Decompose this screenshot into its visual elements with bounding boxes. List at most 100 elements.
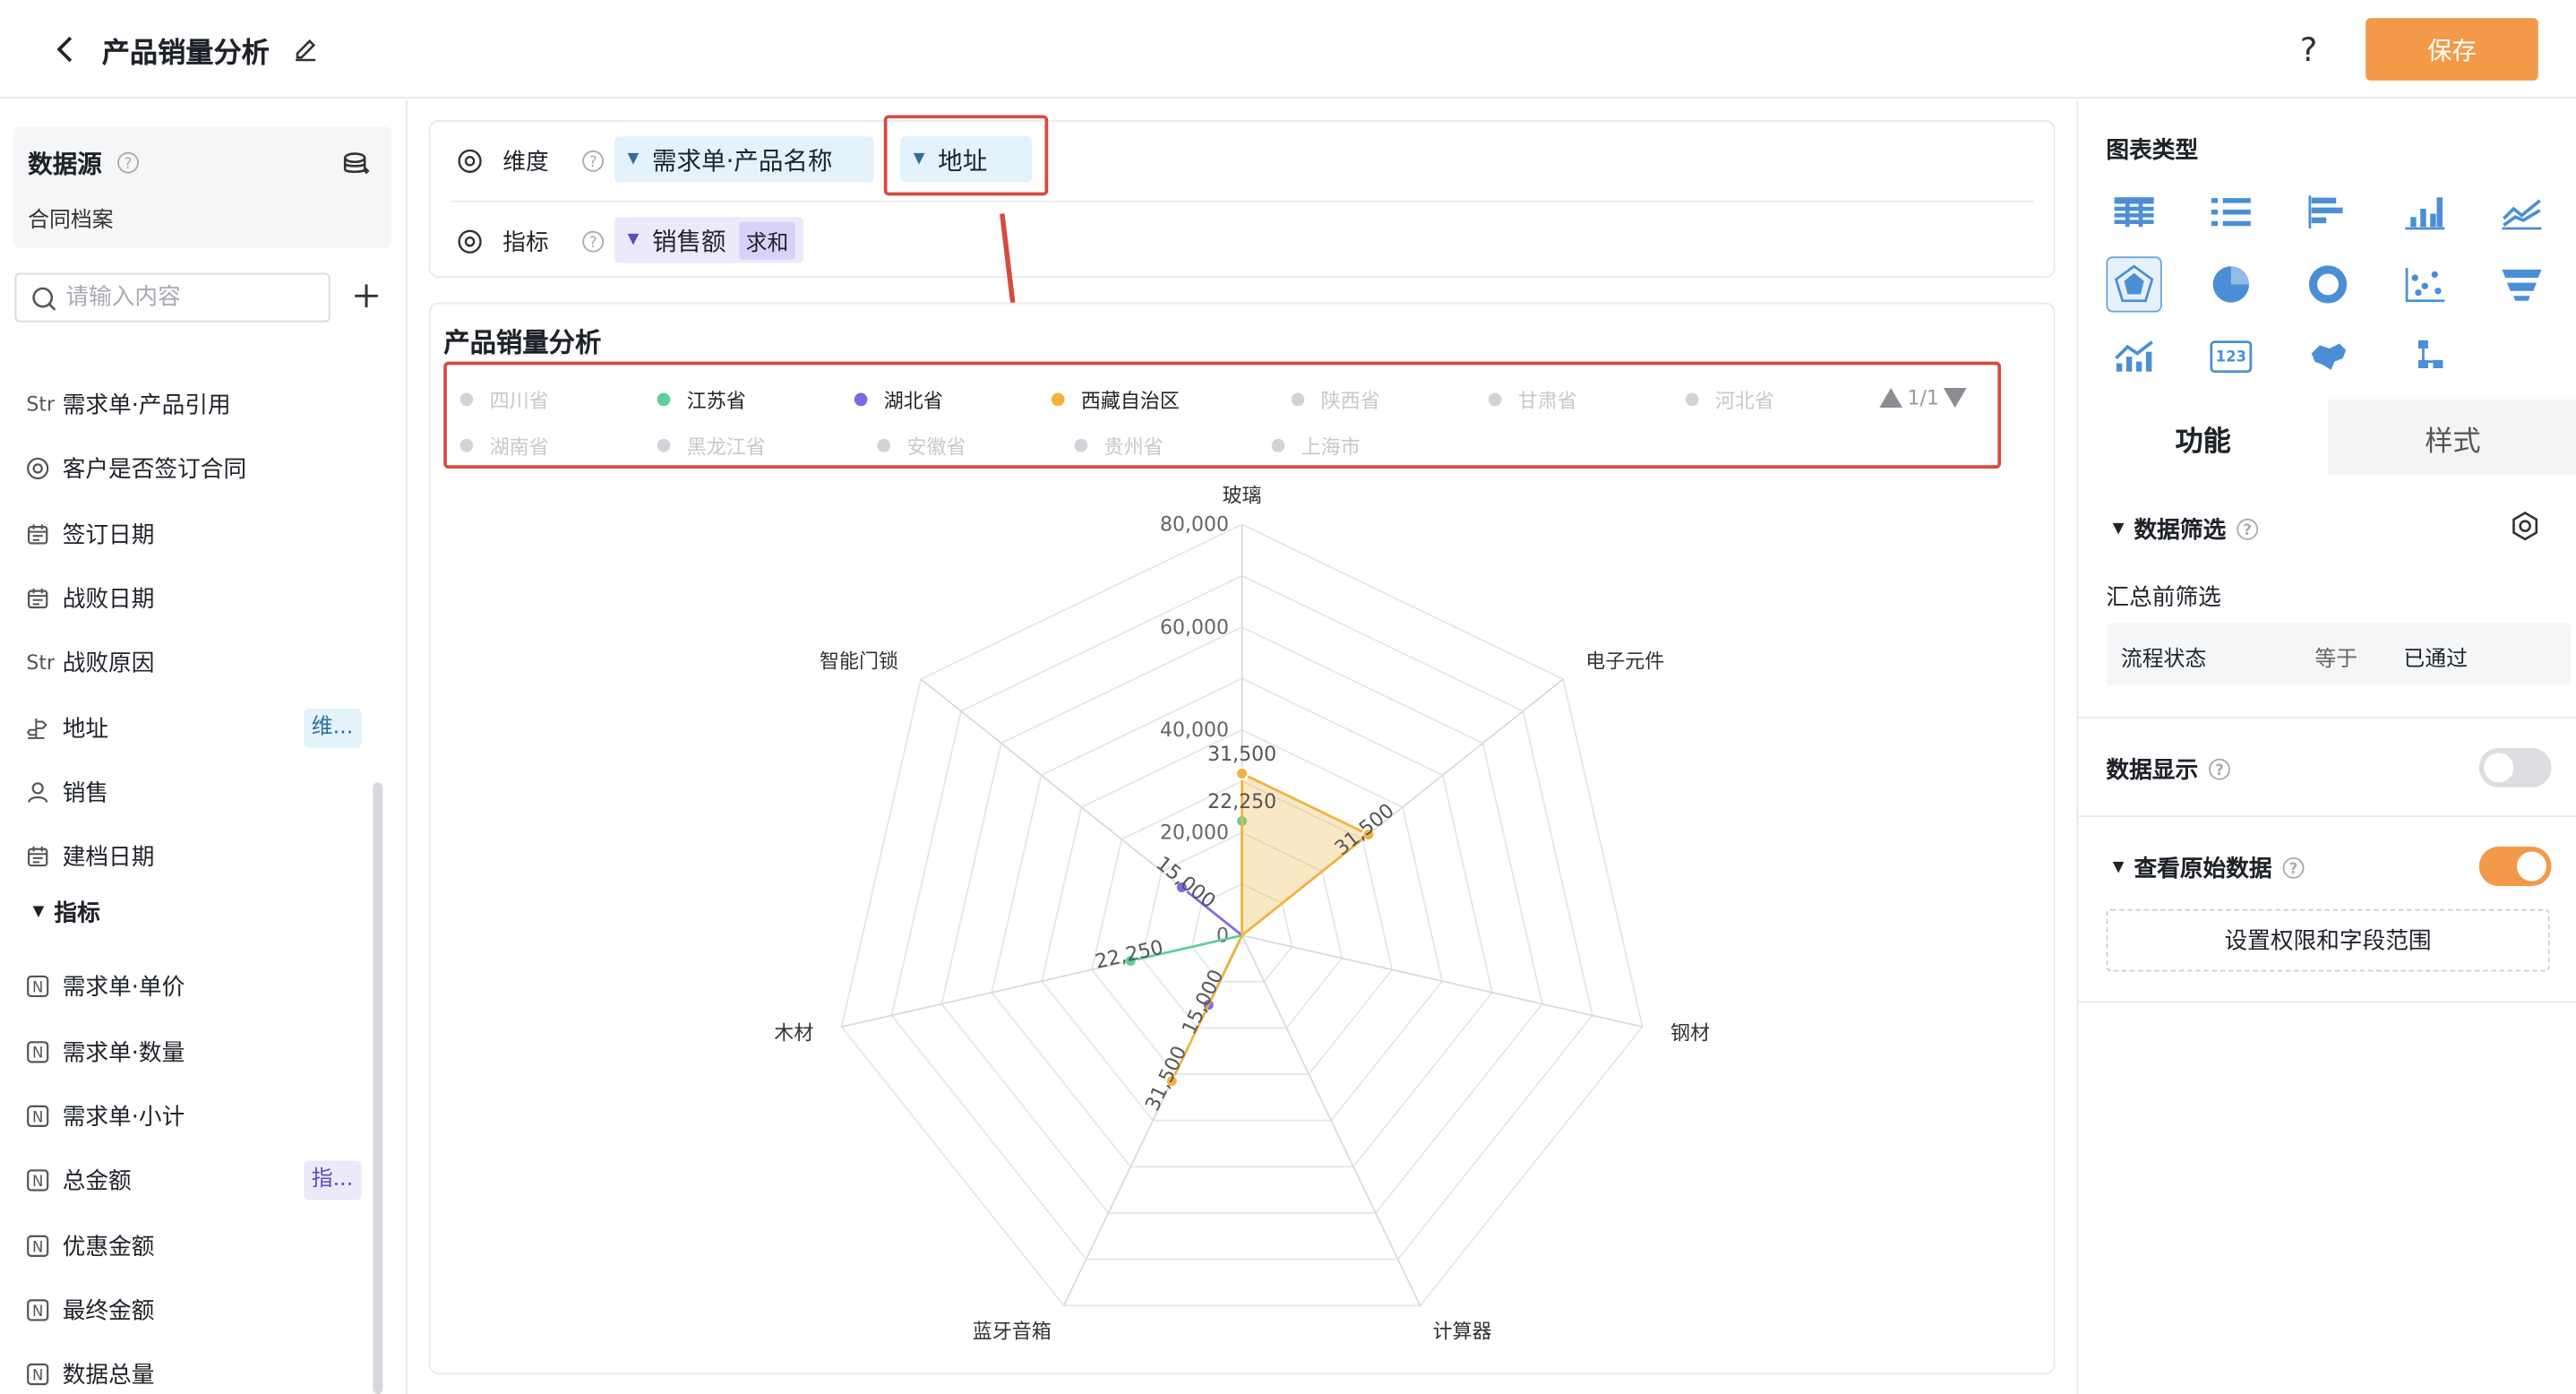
bar-chart-icon[interactable]: [2397, 185, 2452, 240]
data-display-section: 数据显示 ?: [2106, 753, 2230, 786]
field-item[interactable]: N 最终金额: [26, 1290, 368, 1329]
back-arrow-icon[interactable]: [49, 33, 82, 66]
filter-settings-icon[interactable]: [2511, 512, 2540, 541]
help-circle-icon[interactable]: ?: [581, 150, 605, 173]
filter-condition-row[interactable]: 流程状态 等于 已通过: [2106, 623, 2572, 686]
field-item[interactable]: 客户是否签订合同: [26, 449, 368, 488]
field-item[interactable]: N 数据总量: [26, 1355, 368, 1394]
combo-chart-icon[interactable]: [2106, 329, 2161, 384]
radar-chart-icon[interactable]: [2106, 256, 2162, 313]
field-label: 需求单·小计: [62, 1105, 185, 1132]
legend-item[interactable]: 甘肃省: [1488, 386, 1577, 412]
detail-table-icon[interactable]: [2203, 185, 2259, 240]
settings-panel: 图表类型 123 功能 样式 ▼ 数据筛选 ? 汇总前筛选 流程状态 等于 已通…: [2076, 99, 2576, 1394]
number-card-icon[interactable]: 123: [2203, 329, 2259, 384]
permission-scope-button[interactable]: 设置权限和字段范围: [2106, 908, 2550, 972]
legend-label: 江苏省: [686, 388, 746, 412]
field-label: 数据总量: [62, 1363, 155, 1390]
field-item[interactable]: Str 战败原因: [26, 643, 368, 683]
save-button[interactable]: 保存: [2366, 18, 2538, 81]
legend-item[interactable]: 西藏自治区: [1051, 386, 1180, 412]
data-filter-title: 数据筛选: [2134, 517, 2227, 545]
metric-label: 指标: [502, 229, 549, 257]
dimension-chip-product-name[interactable]: ▼ 需求单·产品名称: [614, 136, 874, 183]
caret-down-icon: ▼: [32, 904, 45, 922]
help-circle-icon[interactable]: ?: [2282, 856, 2306, 880]
radar-series-area: [1171, 771, 1371, 1082]
dimension-row-label: 维度 ?: [457, 144, 605, 177]
svg-text:?: ?: [589, 153, 597, 170]
metrics-section-header[interactable]: ▼ 指标: [33, 895, 100, 931]
pie-chart-icon[interactable]: [2203, 256, 2259, 312]
radar-indicator-label: 电子元件: [1585, 650, 1664, 673]
filter-value: 已通过: [2403, 647, 2468, 673]
field-item[interactable]: 签订日期: [26, 514, 368, 554]
table-chart-icon[interactable]: [2106, 185, 2161, 240]
field-list-scrollbar[interactable]: [373, 782, 383, 1394]
legend-item[interactable]: 湖北省: [854, 386, 943, 412]
raw-data-section[interactable]: ▼ 查看原始数据 ?: [2113, 851, 2305, 884]
field-item[interactable]: N 总金额 指...: [26, 1160, 368, 1201]
tab-style[interactable]: 样式: [2328, 399, 2576, 476]
map-chart-icon[interactable]: [2300, 329, 2356, 384]
database-switch-icon[interactable]: [342, 150, 372, 179]
horizontal-bar-icon[interactable]: [2300, 185, 2356, 240]
svg-text:?: ?: [2243, 521, 2252, 538]
help-circle-icon[interactable]: ?: [2236, 518, 2259, 541]
tree-chart-icon[interactable]: [2397, 329, 2452, 384]
funnel-chart-icon[interactable]: [2494, 256, 2549, 312]
page-title: 产品销量分析: [101, 38, 270, 71]
radar-indicator-label: 蓝牙音箱: [973, 1321, 1052, 1344]
radar-indicator-label: 木材: [774, 1023, 813, 1046]
legend-item[interactable]: 四川省: [459, 386, 549, 412]
field-item[interactable]: N 需求单·单价: [26, 968, 368, 1007]
legend-item[interactable]: 江苏省: [657, 386, 746, 412]
metric-gear-icon: [458, 229, 482, 254]
radar-data-point: [1235, 767, 1249, 780]
field-label: 需求单·单价: [62, 975, 185, 1002]
pager-down-icon[interactable]: [1944, 388, 1968, 409]
string-type-icon: Str: [26, 392, 56, 417]
caret-down-icon: ▼: [2112, 521, 2125, 538]
radar-tick-label: 20,000: [1160, 822, 1229, 845]
field-item[interactable]: Str 需求单·产品引用: [26, 384, 368, 424]
radar-indicator-label: 智能门锁: [820, 650, 898, 673]
data-display-title: 数据显示: [2106, 757, 2199, 785]
field-search-box[interactable]: [14, 272, 331, 323]
legend-dot-icon: [657, 438, 671, 452]
donut-chart-icon[interactable]: [2300, 256, 2356, 312]
location-type-icon: [26, 716, 62, 739]
field-item[interactable]: 建档日期: [26, 837, 368, 876]
help-question-icon[interactable]: ?: [2300, 30, 2317, 69]
field-item[interactable]: N 优惠金额: [26, 1226, 368, 1265]
help-circle-icon[interactable]: ?: [581, 230, 605, 254]
field-item[interactable]: N 需求单·数量: [26, 1032, 368, 1071]
legend-item[interactable]: 河北省: [1685, 386, 1774, 412]
field-label: 客户是否签订合同: [62, 457, 247, 485]
help-circle-icon[interactable]: ?: [2208, 758, 2231, 781]
legend-item[interactable]: 陕西省: [1291, 386, 1380, 412]
data-filter-section[interactable]: ▼ 数据筛选 ?: [2113, 512, 2259, 546]
help-circle-icon[interactable]: ?: [116, 151, 140, 175]
add-field-icon[interactable]: [353, 283, 379, 309]
field-search-input[interactable]: [65, 280, 321, 314]
tab-function[interactable]: 功能: [2078, 399, 2329, 476]
raw-data-toggle[interactable]: [2478, 846, 2552, 887]
config-divider: [450, 200, 2034, 202]
radar-data-label: 31,500: [1141, 1043, 1191, 1114]
line-chart-icon[interactable]: [2494, 185, 2549, 240]
pager-up-icon[interactable]: [1879, 388, 1902, 409]
legend-label: 河北省: [1714, 388, 1774, 412]
field-item[interactable]: N 需求单·小计: [26, 1097, 368, 1136]
field-item[interactable]: 地址 维...: [26, 707, 368, 747]
scatter-chart-icon[interactable]: [2397, 256, 2452, 312]
metric-used-badge: 指...: [303, 1160, 362, 1201]
metric-chip-sales[interactable]: ▼ 销售额 求和: [614, 217, 803, 263]
data-display-toggle[interactable]: [2478, 747, 2552, 787]
field-item[interactable]: 销售: [26, 772, 368, 812]
dimension-chip-address[interactable]: ▼ 地址: [900, 136, 1032, 183]
legend-dot-icon: [1271, 438, 1285, 452]
edit-pencil-icon[interactable]: [292, 36, 318, 62]
field-item[interactable]: 战败日期: [26, 579, 368, 618]
chart-title: 产品销量分析: [443, 327, 602, 359]
